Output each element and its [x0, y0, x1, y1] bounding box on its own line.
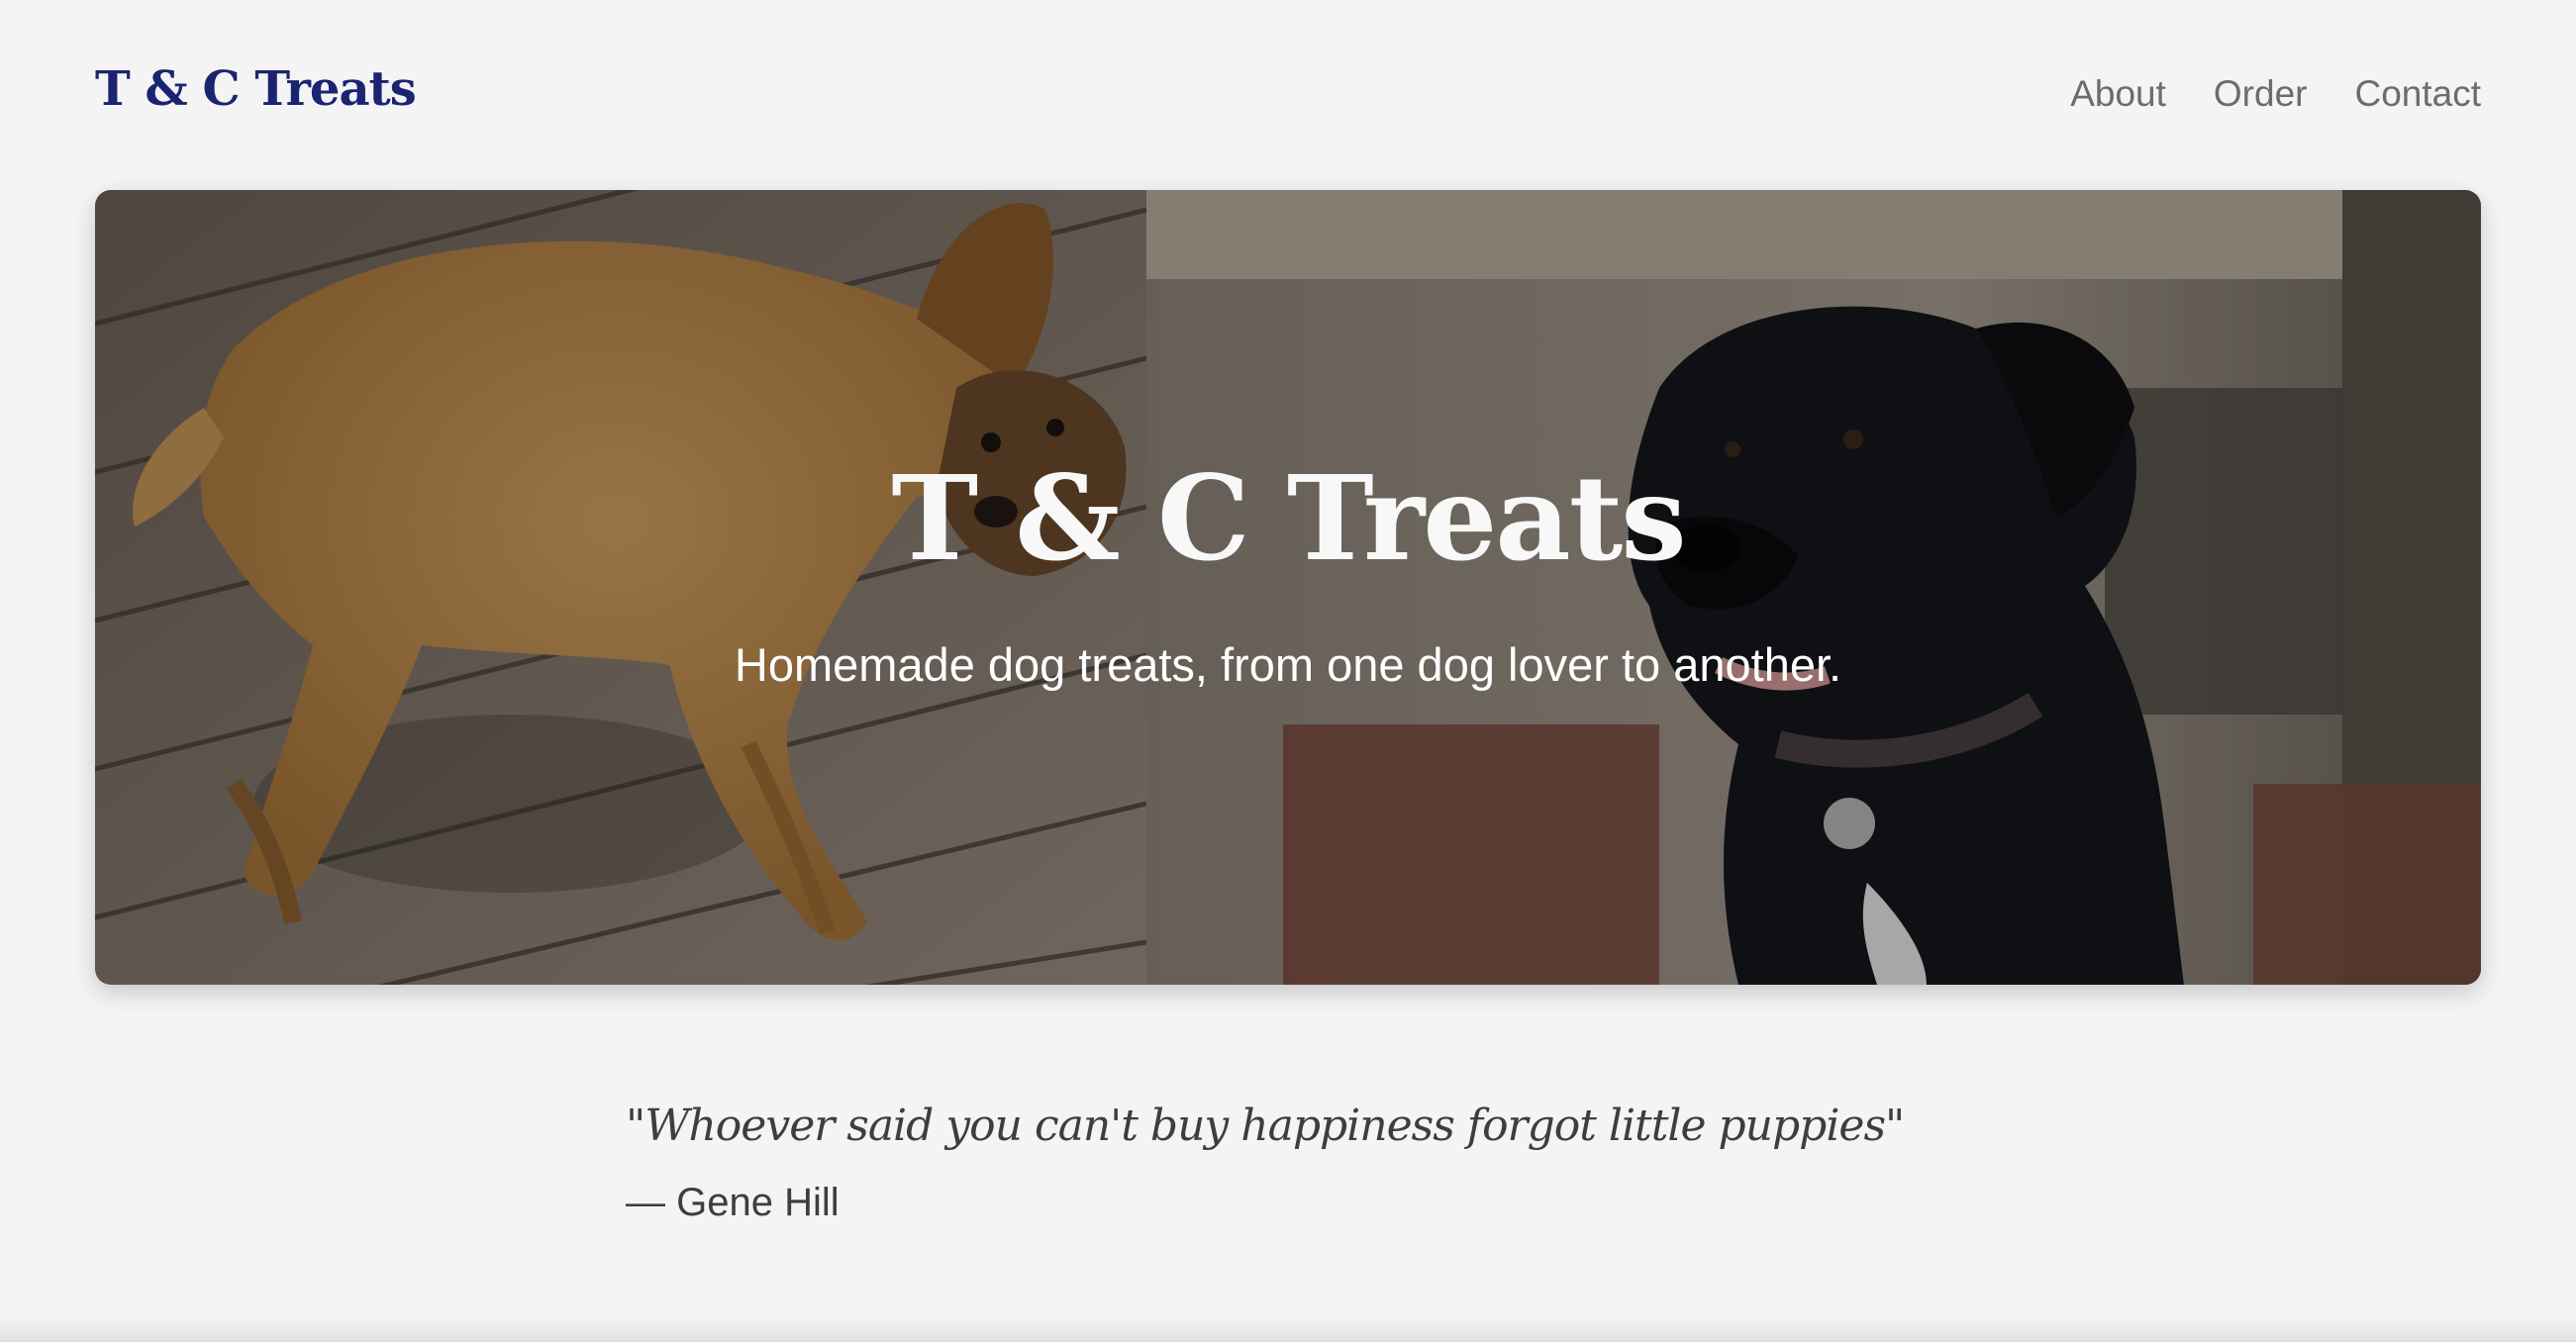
- hero-subtitle: Homemade dog treats, from one dog lover …: [734, 638, 1842, 691]
- main-nav: About Order Contact: [2070, 73, 2481, 115]
- hero-title: T & C Treats: [891, 449, 1686, 587]
- site-header: T & C Treats About Order Contact: [95, 0, 2481, 190]
- page-bottom-edge: [0, 1316, 2576, 1342]
- site-logo[interactable]: T & C Treats: [95, 61, 417, 117]
- nav-link-contact[interactable]: Contact: [2354, 73, 2481, 115]
- nav-link-order[interactable]: Order: [2214, 73, 2308, 115]
- quote-text: "Whoever said you can't buy happiness fo…: [626, 1101, 1905, 1151]
- hero-dark-overlay: [95, 190, 2481, 985]
- quote-section: "Whoever said you can't buy happiness fo…: [626, 1101, 2012, 1225]
- quote-author: — Gene Hill: [626, 1181, 840, 1224]
- hero-banner: T & C Treats Homemade dog treats, from o…: [95, 190, 2481, 985]
- nav-link-about[interactable]: About: [2070, 73, 2166, 115]
